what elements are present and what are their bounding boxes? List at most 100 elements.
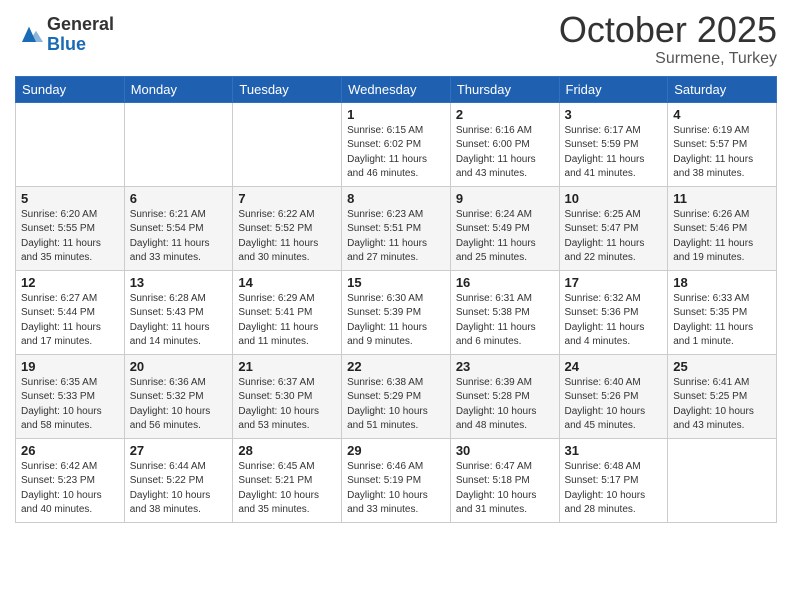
day-info: Sunrise: 6:41 AM Sunset: 5:25 PM Dayligh…: [673, 376, 771, 434]
day-number: 5: [21, 191, 119, 206]
month-title: October 2025: [559, 10, 777, 50]
day-info: Sunrise: 6:28 AM Sunset: 5:43 PM Dayligh…: [130, 292, 228, 350]
day-number: 28: [238, 443, 336, 458]
day-info: Sunrise: 6:17 AM Sunset: 5:59 PM Dayligh…: [565, 124, 663, 182]
day-info: Sunrise: 6:37 AM Sunset: 5:30 PM Dayligh…: [238, 376, 336, 434]
day-number: 10: [565, 191, 663, 206]
table-row: 1Sunrise: 6:15 AM Sunset: 6:02 PM Daylig…: [342, 102, 451, 186]
day-number: 1: [347, 107, 445, 122]
header-friday: Friday: [559, 76, 668, 102]
table-row: 24 Sunrise: 6:40 AM Sunset: 5:26 PM Dayli…: [559, 354, 668, 438]
table-row: 3Sunrise: 6:17 AM Sunset: 5:59 PM Daylig…: [559, 102, 668, 186]
calendar: Sunday Monday Tuesday Wednesday Thursday…: [15, 76, 777, 523]
title-block: October 2025 Surmene, Turkey: [559, 10, 777, 68]
day-number: 6: [130, 191, 228, 206]
table-row: 9Sunrise: 6:24 AM Sunset: 5:49 PM Daylig…: [450, 186, 559, 270]
day-info: Sunrise: 6:45 AM Sunset: 5:21 PM Dayligh…: [238, 460, 336, 518]
table-row: 12 Sunrise: 6:27 AM Sunset: 5:44 PM Dayli…: [16, 270, 125, 354]
day-number: 16: [456, 275, 554, 290]
logo-text: General Blue: [47, 15, 114, 55]
day-number: 18: [673, 275, 771, 290]
calendar-week-row: 19 Sunrise: 6:35 AM Sunset: 5:33 PM Dayli…: [16, 354, 777, 438]
day-info: Sunrise: 6:40 AM Sunset: 5:26 PM Dayligh…: [565, 376, 663, 434]
calendar-week-row: 5 Sunrise: 6:20 AM Sunset: 5:55 PM Daylig…: [16, 186, 777, 270]
table-row: 7Sunrise: 6:22 AM Sunset: 5:52 PM Daylig…: [233, 186, 342, 270]
calendar-week-row: 12 Sunrise: 6:27 AM Sunset: 5:44 PM Dayli…: [16, 270, 777, 354]
header-sunday: Sunday: [16, 76, 125, 102]
table-row: 18 Sunrise: 6:33 AM Sunset: 5:35 PM Dayli…: [668, 270, 777, 354]
table-row: [668, 438, 777, 522]
calendar-week-row: 1Sunrise: 6:15 AM Sunset: 6:02 PM Daylig…: [16, 102, 777, 186]
day-number: 23: [456, 359, 554, 374]
weekday-row: Sunday Monday Tuesday Wednesday Thursday…: [16, 76, 777, 102]
table-row: [233, 102, 342, 186]
day-number: 21: [238, 359, 336, 374]
day-number: 15: [347, 275, 445, 290]
table-row: 16 Sunrise: 6:31 AM Sunset: 5:38 PM Dayli…: [450, 270, 559, 354]
day-info: Sunrise: 6:19 AM Sunset: 5:57 PM Dayligh…: [673, 124, 771, 182]
day-number: 2: [456, 107, 554, 122]
day-number: 4: [673, 107, 771, 122]
day-number: 13: [130, 275, 228, 290]
day-info: Sunrise: 6:20 AM Sunset: 5:55 PM Dayligh…: [21, 208, 119, 266]
table-row: 6 Sunrise: 6:21 AM Sunset: 5:54 PM Daylig…: [124, 186, 233, 270]
day-info: Sunrise: 6:21 AM Sunset: 5:54 PM Dayligh…: [130, 208, 228, 266]
table-row: 11 Sunrise: 6:26 AM Sunset: 5:46 PM Dayli…: [668, 186, 777, 270]
day-info: Sunrise: 6:35 AM Sunset: 5:33 PM Dayligh…: [21, 376, 119, 434]
table-row: 13 Sunrise: 6:28 AM Sunset: 5:43 PM Dayli…: [124, 270, 233, 354]
calendar-week-row: 26Sunrise: 6:42 AM Sunset: 5:23 PM Dayli…: [16, 438, 777, 522]
day-info: Sunrise: 6:30 AM Sunset: 5:39 PM Dayligh…: [347, 292, 445, 350]
table-row: 2 Sunrise: 6:16 AM Sunset: 6:00 PM Daylig…: [450, 102, 559, 186]
day-info: Sunrise: 6:24 AM Sunset: 5:49 PM Dayligh…: [456, 208, 554, 266]
table-row: 15 Sunrise: 6:30 AM Sunset: 5:39 PM Dayli…: [342, 270, 451, 354]
table-row: 25 Sunrise: 6:41 AM Sunset: 5:25 PM Dayli…: [668, 354, 777, 438]
day-info: Sunrise: 6:26 AM Sunset: 5:46 PM Dayligh…: [673, 208, 771, 266]
header-wednesday: Wednesday: [342, 76, 451, 102]
day-number: 31: [565, 443, 663, 458]
table-row: 17 Sunrise: 6:32 AM Sunset: 5:36 PM Dayli…: [559, 270, 668, 354]
day-number: 20: [130, 359, 228, 374]
table-row: [124, 102, 233, 186]
table-row: 26Sunrise: 6:42 AM Sunset: 5:23 PM Dayli…: [16, 438, 125, 522]
day-number: 30: [456, 443, 554, 458]
day-number: 17: [565, 275, 663, 290]
day-info: Sunrise: 6:33 AM Sunset: 5:35 PM Dayligh…: [673, 292, 771, 350]
day-number: 24: [565, 359, 663, 374]
day-number: 26: [21, 443, 119, 458]
day-info: Sunrise: 6:31 AM Sunset: 5:38 PM Dayligh…: [456, 292, 554, 350]
table-row: 29 Sunrise: 6:46 AM Sunset: 5:19 PM Dayli…: [342, 438, 451, 522]
header-saturday: Saturday: [668, 76, 777, 102]
day-number: 29: [347, 443, 445, 458]
calendar-body: 1Sunrise: 6:15 AM Sunset: 6:02 PM Daylig…: [16, 102, 777, 522]
day-number: 11: [673, 191, 771, 206]
day-info: Sunrise: 6:25 AM Sunset: 5:47 PM Dayligh…: [565, 208, 663, 266]
table-row: 27Sunrise: 6:44 AM Sunset: 5:22 PM Dayli…: [124, 438, 233, 522]
calendar-header: Sunday Monday Tuesday Wednesday Thursday…: [16, 76, 777, 102]
day-info: Sunrise: 6:36 AM Sunset: 5:32 PM Dayligh…: [130, 376, 228, 434]
day-info: Sunrise: 6:47 AM Sunset: 5:18 PM Dayligh…: [456, 460, 554, 518]
table-row: 30 Sunrise: 6:47 AM Sunset: 5:18 PM Dayli…: [450, 438, 559, 522]
table-row: 19 Sunrise: 6:35 AM Sunset: 5:33 PM Dayli…: [16, 354, 125, 438]
day-info: Sunrise: 6:22 AM Sunset: 5:52 PM Dayligh…: [238, 208, 336, 266]
header-tuesday: Tuesday: [233, 76, 342, 102]
logo-blue-text: Blue: [47, 35, 114, 55]
day-info: Sunrise: 6:29 AM Sunset: 5:41 PM Dayligh…: [238, 292, 336, 350]
logo-general-text: General: [47, 15, 114, 35]
table-row: 22Sunrise: 6:38 AM Sunset: 5:29 PM Dayli…: [342, 354, 451, 438]
day-info: Sunrise: 6:16 AM Sunset: 6:00 PM Dayligh…: [456, 124, 554, 182]
day-info: Sunrise: 6:32 AM Sunset: 5:36 PM Dayligh…: [565, 292, 663, 350]
day-info: Sunrise: 6:27 AM Sunset: 5:44 PM Dayligh…: [21, 292, 119, 350]
day-info: Sunrise: 6:46 AM Sunset: 5:19 PM Dayligh…: [347, 460, 445, 518]
table-row: 14 Sunrise: 6:29 AM Sunset: 5:41 PM Dayli…: [233, 270, 342, 354]
table-row: 5 Sunrise: 6:20 AM Sunset: 5:55 PM Daylig…: [16, 186, 125, 270]
table-row: 20 Sunrise: 6:36 AM Sunset: 5:32 PM Dayli…: [124, 354, 233, 438]
logo: General Blue: [15, 15, 114, 55]
day-info: Sunrise: 6:44 AM Sunset: 5:22 PM Dayligh…: [130, 460, 228, 518]
day-number: 22: [347, 359, 445, 374]
day-number: 25: [673, 359, 771, 374]
day-number: 12: [21, 275, 119, 290]
table-row: 21 Sunrise: 6:37 AM Sunset: 5:30 PM Dayli…: [233, 354, 342, 438]
day-number: 14: [238, 275, 336, 290]
day-number: 19: [21, 359, 119, 374]
table-row: 28 Sunrise: 6:45 AM Sunset: 5:21 PM Dayli…: [233, 438, 342, 522]
